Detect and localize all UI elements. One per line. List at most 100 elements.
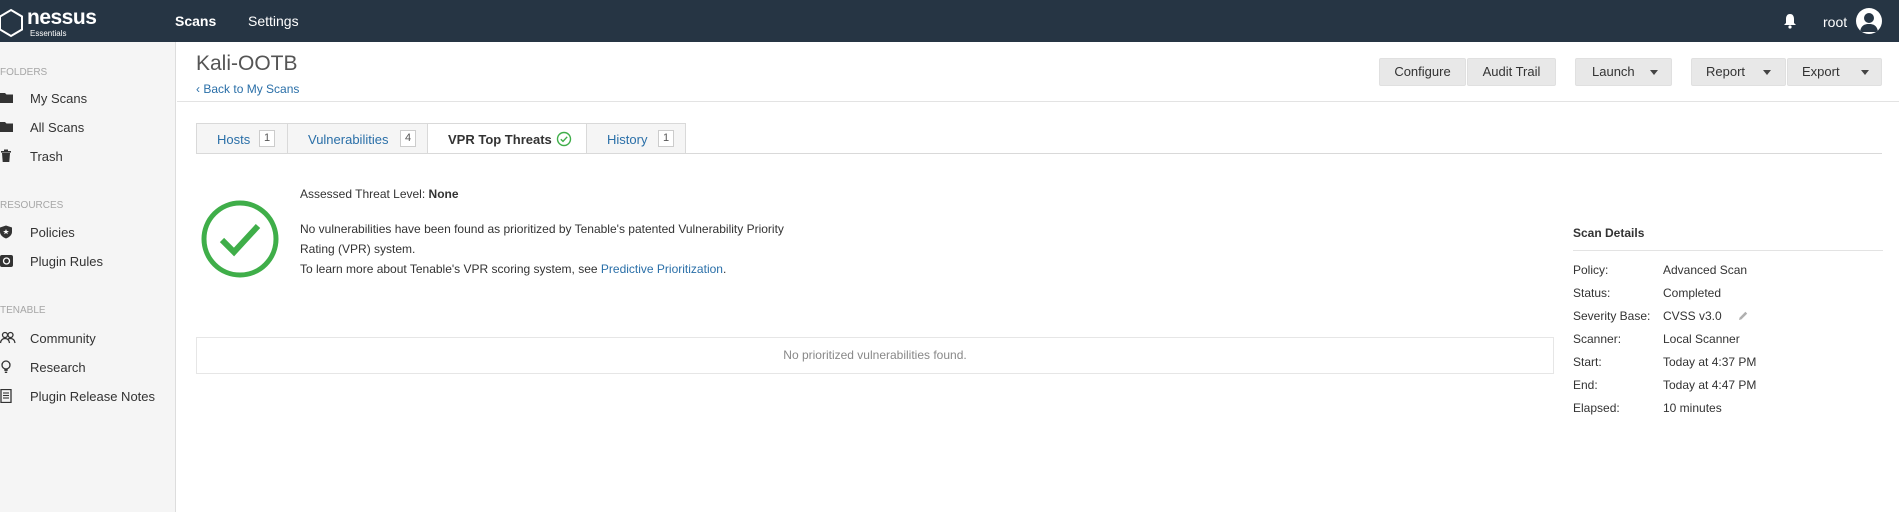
plugin-rules-icon xyxy=(0,254,14,268)
back-to-my-scans-link[interactable]: ‹ Back to My Scans xyxy=(196,82,299,96)
sidebar-item-label: My Scans xyxy=(30,91,88,106)
lightbulb-icon xyxy=(0,360,14,374)
sidebar-item-plugin-release-notes[interactable]: Plugin Release Notes xyxy=(0,387,175,409)
threat-level-label: Assessed Threat Level: xyxy=(300,187,426,201)
vpr-description-line-1: No vulnerabilities have been found as pr… xyxy=(300,222,784,236)
sidebar-item-label: Trash xyxy=(30,149,63,164)
detail-key: Start: xyxy=(1573,355,1602,369)
sidebar-item-research[interactable]: Research xyxy=(0,358,175,380)
user-name[interactable]: root xyxy=(1823,14,1847,30)
export-button[interactable]: Export xyxy=(1787,58,1882,86)
sidebar-item-label: Policies xyxy=(30,225,75,240)
sidebar-item-trash[interactable]: Trash xyxy=(0,147,175,169)
sidebar-item-label: Plugin Release Notes xyxy=(30,389,156,404)
report-button[interactable]: Report xyxy=(1691,58,1786,86)
vpr-learn-more-suffix: . xyxy=(722,262,727,276)
detail-value: Completed xyxy=(1663,286,1722,300)
notifications-bell-icon[interactable] xyxy=(1783,13,1797,32)
scan-detail-status: Status: Completed xyxy=(1573,286,1883,306)
sidebar-item-community[interactable]: Community xyxy=(0,329,175,351)
caret-down-icon xyxy=(1861,70,1869,75)
sidebar-item-all-scans[interactable]: All Scans xyxy=(0,118,175,140)
scan-detail-severity-base: Severity Base: CVSS v3.0 xyxy=(1573,309,1883,329)
page-title: Kali-OOTB xyxy=(196,52,298,75)
audit-trail-button[interactable]: Audit Trail xyxy=(1467,58,1556,86)
sidebar-item-label: Community xyxy=(30,331,96,346)
sidebar-heading-tenable: TENABLE xyxy=(0,305,46,316)
tabs-divider xyxy=(196,153,1882,154)
detail-value: 10 minutes xyxy=(1663,401,1722,415)
scan-detail-start: Start: Today at 4:37 PM xyxy=(1573,355,1883,375)
tab-vulnerabilities[interactable]: Vulnerabilities 4 xyxy=(287,123,428,154)
detail-value: CVSS v3.0 xyxy=(1663,309,1722,323)
vpr-description-line-2: Rating (VPR) system. xyxy=(300,242,416,256)
detail-value: Local Scanner xyxy=(1663,332,1740,346)
detail-key: Scanner: xyxy=(1573,332,1622,346)
tab-label: Vulnerabilities xyxy=(308,132,389,147)
tab-count-badge: 1 xyxy=(658,130,674,147)
shield-icon xyxy=(0,225,14,239)
assessed-threat-level: Assessed Threat Level: None xyxy=(300,187,459,201)
large-check-circle-icon xyxy=(200,199,280,282)
detail-value: Today at 4:47 PM xyxy=(1663,378,1757,392)
tab-history[interactable]: History 1 xyxy=(586,123,686,154)
vpr-description-line-3: To learn more about Tenable's VPR scorin… xyxy=(300,262,726,276)
scan-detail-scanner: Scanner: Local Scanner xyxy=(1573,332,1883,352)
header-divider xyxy=(177,101,1899,102)
scan-details-title: Scan Details xyxy=(1573,226,1645,240)
nav-settings[interactable]: Settings xyxy=(248,13,299,29)
launch-button[interactable]: Launch xyxy=(1575,58,1672,86)
detail-key: Status: xyxy=(1573,286,1611,300)
detail-key: Policy: xyxy=(1573,263,1609,277)
launch-button-label: Launch xyxy=(1592,64,1635,79)
tab-count-badge: 4 xyxy=(400,130,416,147)
tab-count-badge: 1 xyxy=(259,130,275,147)
folder-icon xyxy=(0,120,14,134)
sidebar-item-label: All Scans xyxy=(30,120,85,135)
sidebar-heading-folders: FOLDERS xyxy=(0,67,48,78)
caret-down-icon xyxy=(1650,70,1658,75)
brand-edition: Essentials xyxy=(30,29,67,38)
sidebar-item-plugin-rules[interactable]: Plugin Rules xyxy=(0,252,175,274)
sidebar-item-label: Plugin Rules xyxy=(30,254,103,269)
sidebar-heading-resources: RESOURCES xyxy=(0,200,64,211)
check-circle-icon xyxy=(556,131,572,150)
vpr-learn-more-text: To learn more about Tenable's VPR scorin… xyxy=(300,262,598,276)
sidebar: FOLDERS My Scans All Scans Trash RESOURC… xyxy=(0,42,176,512)
brand-name: nessus xyxy=(27,6,97,29)
community-icon xyxy=(0,331,16,345)
nessus-hexagon-icon xyxy=(0,8,23,38)
folder-icon xyxy=(0,91,14,105)
edit-pencil-icon[interactable] xyxy=(1737,310,1749,325)
tab-label: VPR Top Threats xyxy=(448,132,552,147)
threat-level-value: None xyxy=(428,187,459,201)
user-avatar-icon[interactable] xyxy=(1856,8,1882,34)
scan-detail-policy: Policy: Advanced Scan xyxy=(1573,263,1883,283)
report-button-label: Report xyxy=(1706,64,1746,79)
configure-button[interactable]: Configure xyxy=(1379,58,1466,86)
tab-label: Hosts xyxy=(217,132,251,147)
detail-key: Elapsed: xyxy=(1573,401,1620,415)
tab-vpr-top-threats[interactable]: VPR Top Threats xyxy=(427,123,587,154)
tab-hosts[interactable]: Hosts 1 xyxy=(196,123,288,154)
tab-label: History xyxy=(607,132,648,147)
detail-key: End: xyxy=(1573,378,1598,392)
sidebar-item-policies[interactable]: Policies xyxy=(0,223,175,245)
detail-key: Severity Base: xyxy=(1573,309,1651,323)
scan-detail-end: End: Today at 4:47 PM xyxy=(1573,378,1883,398)
document-icon xyxy=(0,388,14,404)
detail-value: Today at 4:37 PM xyxy=(1663,355,1757,369)
export-button-label: Export xyxy=(1802,64,1840,79)
nav-scans[interactable]: Scans xyxy=(175,13,216,29)
scan-detail-elapsed: Elapsed: 10 minutes xyxy=(1573,401,1883,421)
top-navigation-bar: nessus Essentials Scans Settings root xyxy=(0,0,1899,42)
caret-down-icon xyxy=(1763,70,1771,75)
back-link-label: Back to My Scans xyxy=(203,82,300,96)
scan-details-divider xyxy=(1573,250,1883,251)
sidebar-item-label: Research xyxy=(30,360,86,375)
predictive-prioritization-link[interactable]: Predictive Prioritization xyxy=(601,262,723,276)
detail-value: Advanced Scan xyxy=(1663,263,1748,277)
trash-icon xyxy=(0,149,14,163)
empty-results-message: No prioritized vulnerabilities found. xyxy=(196,337,1554,374)
sidebar-item-my-scans[interactable]: My Scans xyxy=(0,89,175,111)
